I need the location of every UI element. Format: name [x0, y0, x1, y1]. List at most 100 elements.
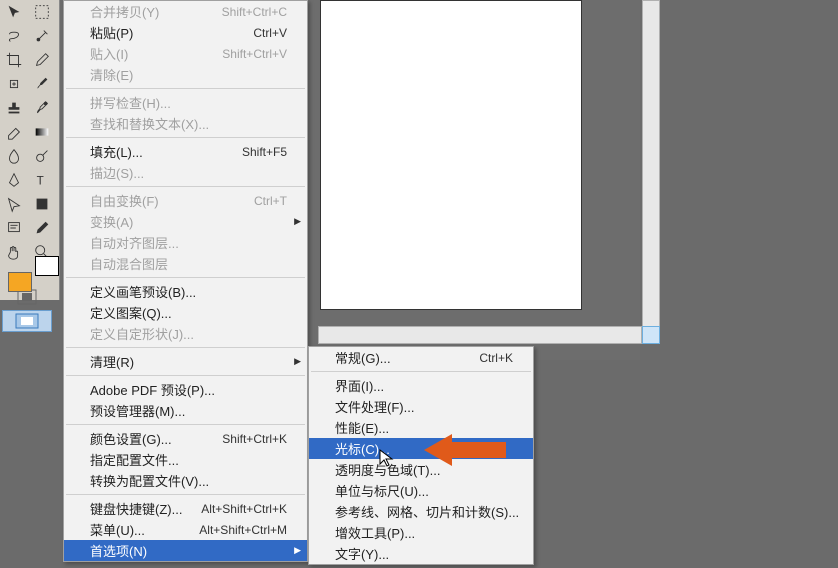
menu_main-item-16[interactable]: 定义画笔预设(B)... — [64, 281, 307, 302]
menu_main-item-11: 自由变换(F)Ctrl+T — [64, 190, 307, 211]
menu_main-item-29[interactable]: 键盘快捷键(Z)...Alt+Shift+Ctrl+K — [64, 498, 307, 519]
menu-item-label: 定义图案(Q)... — [90, 303, 287, 322]
menu-separator — [66, 347, 305, 348]
menu-item-label: 首选项(N) — [90, 541, 287, 560]
eraser-tool[interactable] — [1, 121, 27, 143]
menu-item-shortcut: Shift+Ctrl+K — [222, 432, 287, 446]
menu_main-item-23[interactable]: 预设管理器(M)... — [64, 400, 307, 421]
menu-item-label: 颜色设置(G)... — [90, 429, 222, 448]
history-brush-tool[interactable] — [29, 97, 55, 119]
menu_main-item-9: 描边(S)... — [64, 162, 307, 183]
menu_main-item-2: 贴入(I)Shift+Ctrl+V — [64, 43, 307, 64]
menu_main-item-26[interactable]: 指定配置文件... — [64, 449, 307, 470]
eyedropper-tool[interactable] — [29, 49, 55, 71]
menu_main-item-20[interactable]: 清理(R) — [64, 351, 307, 372]
menu_main-item-14: 自动混合图层 — [64, 253, 307, 274]
menu-item-shortcut: Shift+Ctrl+V — [222, 47, 287, 61]
menu-item-label: 定义画笔预设(B)... — [90, 282, 287, 301]
menu_sub-item-9[interactable]: 增效工具(P)... — [309, 522, 533, 543]
annotation-arrow — [424, 432, 506, 468]
menu-separator — [311, 371, 531, 372]
vertical-scrollbar[interactable] — [642, 0, 660, 344]
menu-item-shortcut: Ctrl+K — [479, 351, 513, 365]
healing-tool[interactable] — [1, 73, 27, 95]
menu-separator — [66, 137, 305, 138]
blur-tool[interactable] — [1, 145, 27, 167]
menu-item-label: 增效工具(P)... — [335, 523, 513, 542]
toolbox: T — [0, 0, 60, 300]
svg-text:T: T — [37, 175, 44, 188]
menu-item-label: 贴入(I) — [90, 44, 222, 63]
wand-tool[interactable] — [29, 25, 55, 47]
menu_main-item-27[interactable]: 转换为配置文件(V)... — [64, 470, 307, 491]
menu-item-label: 指定配置文件... — [90, 450, 287, 469]
menu-item-shortcut: Ctrl+T — [254, 194, 287, 208]
notes-tool[interactable] — [1, 217, 27, 239]
menu-item-label: 合并拷贝(Y) — [90, 2, 222, 21]
menu_main-item-13: 自动对齐图层... — [64, 232, 307, 253]
marquee-tool[interactable] — [29, 1, 55, 23]
menu-item-label: 自动混合图层 — [90, 254, 287, 273]
hand-tool[interactable] — [1, 241, 27, 263]
menu-item-label: 粘贴(P) — [90, 23, 253, 42]
menu-item-label: 界面(I)... — [335, 376, 513, 395]
menu_sub-item-8[interactable]: 参考线、网格、切片和计数(S)... — [309, 501, 533, 522]
shape-tool[interactable] — [29, 193, 55, 215]
menu_sub-item-0[interactable]: 常规(G)...Ctrl+K — [309, 347, 533, 368]
menu-separator — [66, 375, 305, 376]
menu_main-item-25[interactable]: 颜色设置(G)...Shift+Ctrl+K — [64, 428, 307, 449]
menu-item-label: 查找和替换文本(X)... — [90, 114, 287, 133]
menu-separator — [66, 277, 305, 278]
menu-item-label: 文字(Y)... — [335, 544, 513, 563]
menu_main-item-17[interactable]: 定义图案(Q)... — [64, 302, 307, 323]
document-canvas[interactable] — [320, 0, 582, 310]
horizontal-scrollbar[interactable] — [318, 326, 642, 344]
type-tool[interactable]: T — [29, 169, 55, 191]
menu_main-item-22[interactable]: Adobe PDF 预设(P)... — [64, 379, 307, 400]
menu-item-label: 转换为配置文件(V)... — [90, 471, 287, 490]
mouse-cursor-icon — [379, 449, 394, 469]
menu-item-label: 文件处理(F)... — [335, 397, 513, 416]
menu_main-item-0: 合并拷贝(Y)Shift+Ctrl+C — [64, 1, 307, 22]
menu_sub-item-7[interactable]: 单位与标尺(U)... — [309, 480, 533, 501]
foreground-color-swatch[interactable] — [8, 272, 32, 292]
move-tool[interactable] — [1, 1, 27, 23]
pen-tool[interactable] — [1, 169, 27, 191]
brush-tool[interactable] — [29, 73, 55, 95]
eyedropper2-tool[interactable] — [29, 217, 55, 239]
menu_sub-item-10[interactable]: 文字(Y)... — [309, 543, 533, 564]
menu-item-label: 填充(L)... — [90, 142, 242, 161]
menu-item-label: 参考线、网格、切片和计数(S)... — [335, 502, 519, 521]
path-tool[interactable] — [1, 193, 27, 215]
background-color-swatch[interactable] — [35, 256, 59, 276]
menu_sub-item-2[interactable]: 界面(I)... — [309, 375, 533, 396]
menu-item-label: 自动对齐图层... — [90, 233, 287, 252]
edit-menu: 合并拷贝(Y)Shift+Ctrl+C粘贴(P)Ctrl+V贴入(I)Shift… — [63, 0, 308, 562]
menu_main-item-5: 拼写检查(H)... — [64, 92, 307, 113]
menu-item-label: 变换(A) — [90, 212, 287, 231]
lasso-tool[interactable] — [1, 25, 27, 47]
scroll-corner — [642, 326, 660, 344]
menu_main-item-8[interactable]: 填充(L)...Shift+F5 — [64, 141, 307, 162]
menu-item-label: 清除(E) — [90, 65, 287, 84]
screen-mode-icon[interactable] — [2, 310, 52, 332]
stamp-tool[interactable] — [1, 97, 27, 119]
menu-item-shortcut: Ctrl+V — [253, 26, 287, 40]
menu_main-item-3: 清除(E) — [64, 64, 307, 85]
menu-item-label: 单位与标尺(U)... — [335, 481, 513, 500]
menu_main-item-31[interactable]: 首选项(N) — [64, 540, 307, 561]
menu-separator — [66, 88, 305, 89]
menu_main-item-18: 定义自定形状(J)... — [64, 323, 307, 344]
menu-item-label: 清理(R) — [90, 352, 287, 371]
menu-item-label: 定义自定形状(J)... — [90, 324, 287, 343]
menu_main-item-1[interactable]: 粘贴(P)Ctrl+V — [64, 22, 307, 43]
menu_main-item-30[interactable]: 菜单(U)...Alt+Shift+Ctrl+M — [64, 519, 307, 540]
crop-tool[interactable] — [1, 49, 27, 71]
menu-item-shortcut: Alt+Shift+Ctrl+K — [201, 502, 287, 516]
menu-separator — [66, 494, 305, 495]
menu_sub-item-3[interactable]: 文件处理(F)... — [309, 396, 533, 417]
dodge-tool[interactable] — [29, 145, 55, 167]
gradient-tool[interactable] — [29, 121, 55, 143]
menu-separator — [66, 186, 305, 187]
menu-item-label: 自由变换(F) — [90, 191, 254, 210]
